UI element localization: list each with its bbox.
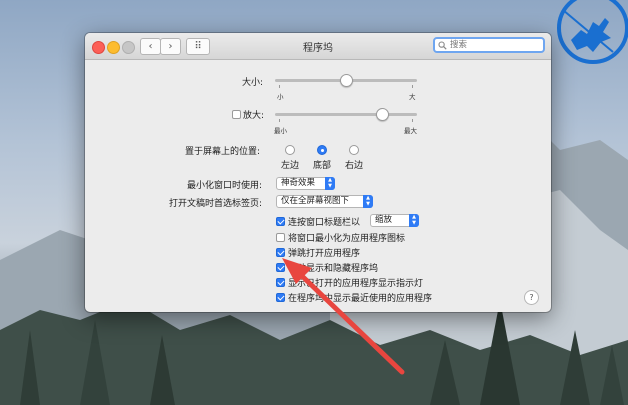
double-click-titlebar-label: 连按窗口标题栏以 [288, 218, 361, 228]
knight-logo [557, 0, 628, 64]
help-button[interactable]: ? [524, 290, 539, 305]
show-indicators-label: 显示已打开的应用程序显示指示灯 [288, 279, 424, 289]
magnification-tick-max [412, 119, 413, 122]
magnification-slider-track[interactable] [275, 113, 417, 116]
magnification-slider-knob[interactable] [375, 108, 389, 121]
prefer-tabs-popup[interactable]: 仅在全屏幕视图下 ▲ ▼ [276, 195, 373, 208]
magnification-checkbox[interactable] [232, 110, 241, 119]
magnification-min-label: 最小 [274, 127, 287, 135]
size-slider-tick-max [412, 85, 413, 88]
size-min-label: 小 [277, 93, 284, 101]
dock-preferences-window: ‹ › ⠿ 程序坞 大小: 小 大 放大: 最小 最大 置于屏幕上的位置: 左边 [85, 33, 551, 312]
minimize-effect-label: 最小化窗口时使用: [187, 181, 263, 191]
chevron-right-icon: › [168, 41, 173, 52]
position-bottom-label: 底部 [313, 161, 332, 171]
show-all-button[interactable]: ⠿ [186, 38, 210, 55]
search-icon [438, 41, 447, 50]
chevron-updown-icon: ▲ ▼ [409, 214, 419, 227]
title-bar[interactable]: ‹ › ⠿ 程序坞 [85, 33, 551, 60]
close-window-button[interactable] [92, 41, 105, 54]
forward-button[interactable]: › [160, 38, 181, 55]
size-slider-tick-min [279, 85, 280, 88]
animate-opening-checkbox[interactable] [276, 248, 285, 257]
double-click-action-popup[interactable]: 缩放 ▲ ▼ [370, 214, 419, 227]
grid-icon: ⠿ [194, 41, 202, 52]
chevron-left-icon: ‹ [148, 41, 153, 52]
double-click-action-value: 缩放 [375, 215, 393, 225]
position-left-label: 左边 [281, 161, 300, 171]
animate-opening-label: 弹跳打开应用程序 [288, 249, 361, 259]
position-label: 置于屏幕上的位置: [185, 147, 261, 157]
minimize-into-app-icon-label: 将窗口最小化为应用程序图标 [288, 234, 406, 244]
prefer-tabs-label: 打开文稿时首选标签页: [169, 199, 263, 209]
size-max-label: 大 [409, 93, 416, 101]
prefer-tabs-value: 仅在全屏幕视图下 [281, 196, 350, 206]
auto-hide-dock-checkbox[interactable] [276, 263, 285, 272]
chevron-updown-icon: ▲ ▼ [363, 195, 373, 208]
chevron-updown-icon: ▲ ▼ [325, 177, 335, 190]
position-bottom-radio[interactable] [317, 145, 327, 155]
minimize-effect-value: 神奇效果 [281, 178, 316, 188]
position-right-label: 右边 [345, 161, 364, 171]
help-icon: ? [529, 293, 534, 302]
minimize-window-button[interactable] [107, 41, 120, 54]
magnification-max-label: 最大 [404, 127, 417, 135]
magnification-tick-min [279, 119, 280, 122]
minimize-into-app-icon-checkbox[interactable] [276, 233, 285, 242]
auto-hide-dock-label: 自动显示和隐藏程序坞 [288, 264, 379, 274]
zoom-window-button[interactable] [122, 41, 135, 54]
show-indicators-checkbox[interactable] [276, 278, 285, 287]
size-slider-knob[interactable] [340, 74, 353, 87]
magnification-label: 放大: [243, 111, 265, 121]
position-left-radio[interactable] [285, 145, 295, 155]
minimize-effect-popup[interactable]: 神奇效果 ▲ ▼ [276, 177, 335, 190]
size-label: 大小: [242, 78, 264, 88]
position-right-radio[interactable] [349, 145, 359, 155]
back-button[interactable]: ‹ [140, 38, 161, 55]
search-input[interactable] [450, 39, 540, 51]
double-click-titlebar-checkbox[interactable] [276, 217, 285, 226]
show-recent-apps-label: 在程序坞中显示最近使用的应用程序 [288, 294, 433, 304]
search-field[interactable] [433, 37, 545, 53]
show-recent-apps-checkbox[interactable] [276, 293, 285, 302]
